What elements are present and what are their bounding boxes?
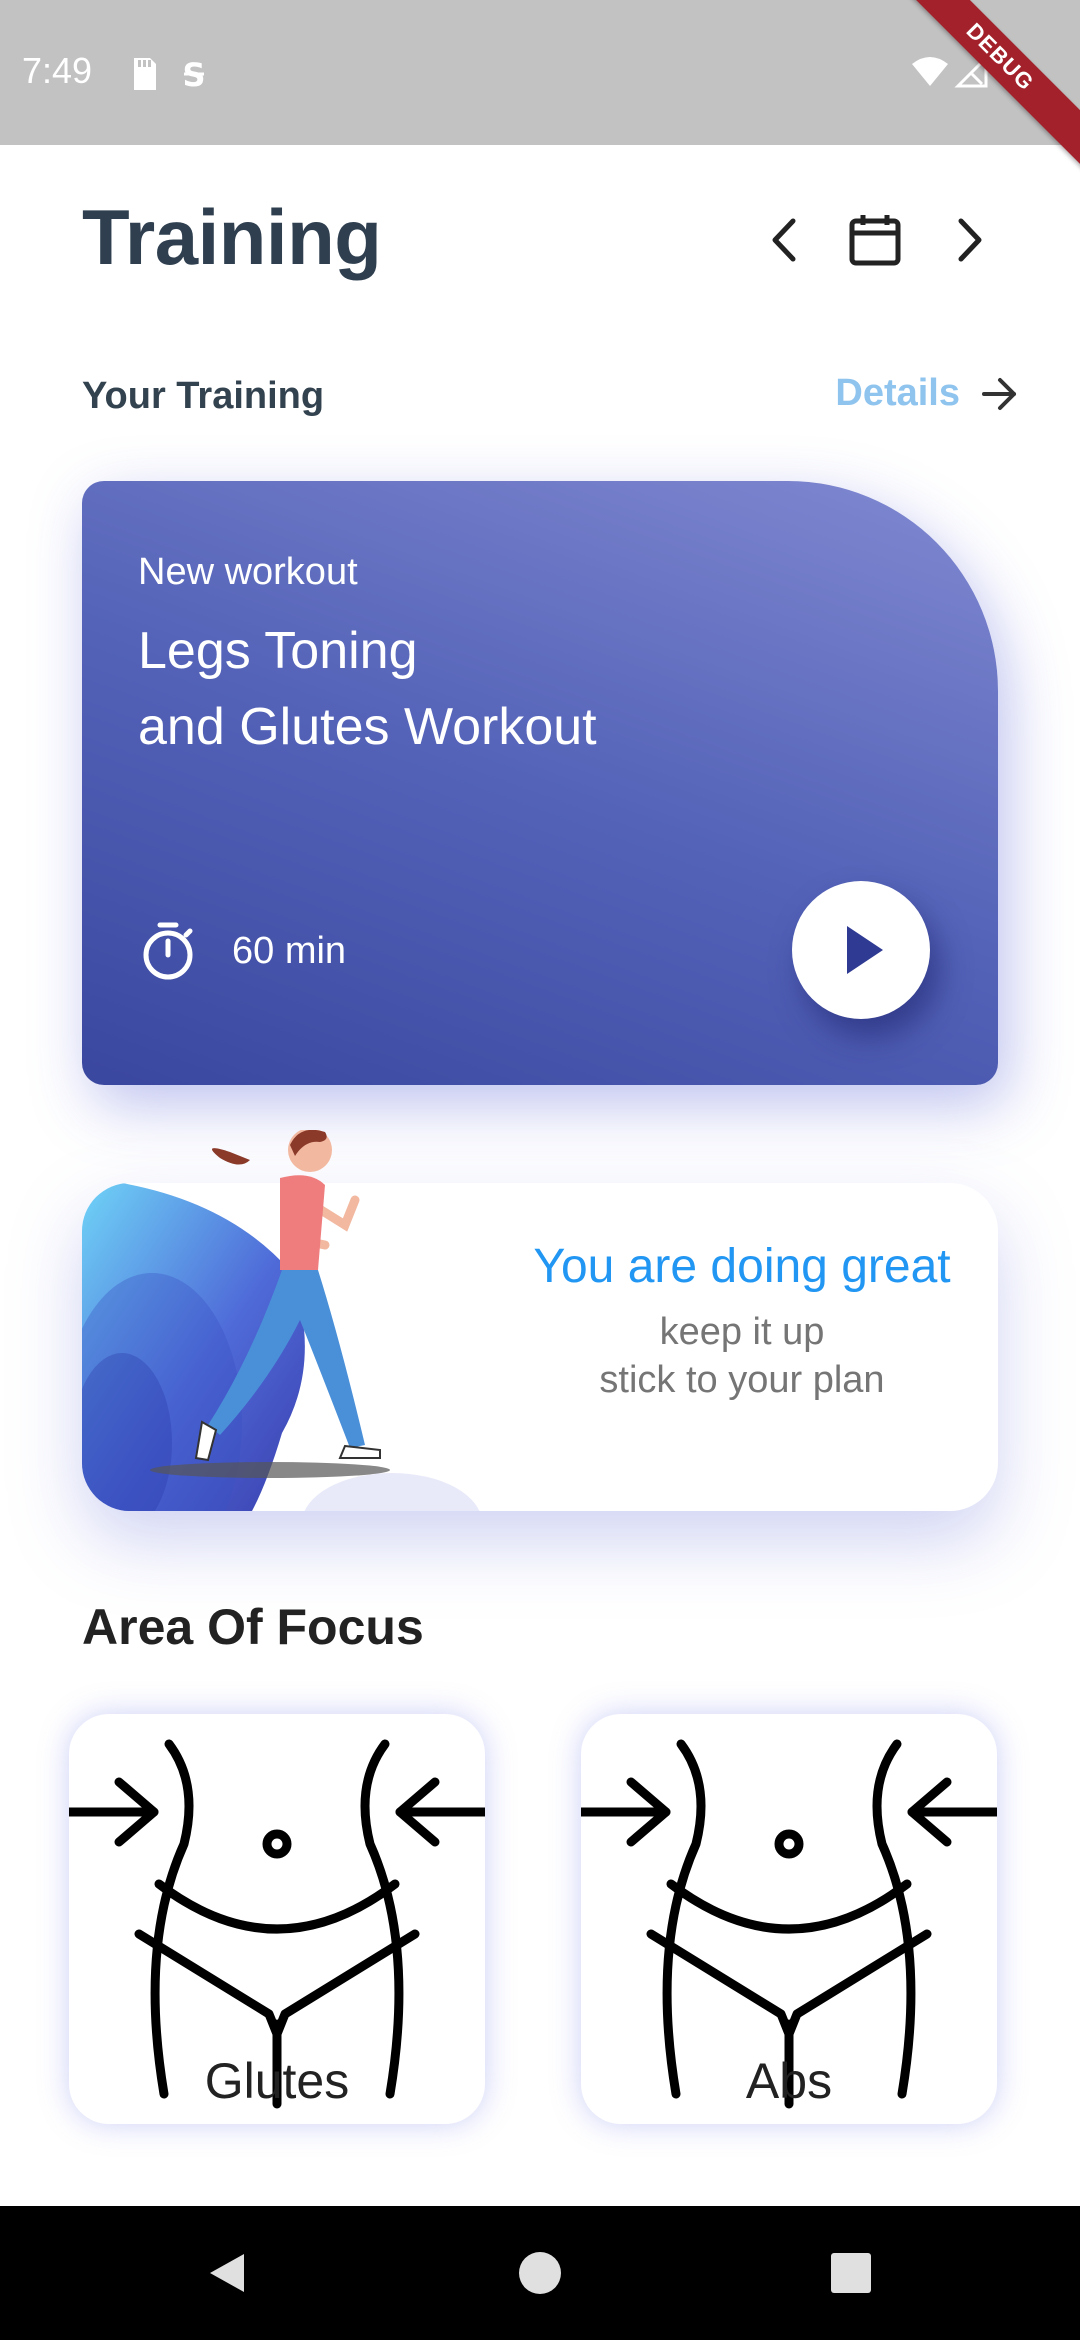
workout-subtitle: New workout xyxy=(138,551,358,593)
recents-square-icon xyxy=(831,2253,871,2293)
motivation-line-1: keep it up xyxy=(659,1311,825,1353)
focus-card-abs[interactable]: Abs xyxy=(581,1714,997,2124)
recents-button[interactable] xyxy=(806,2228,896,2318)
focus-label-abs: Abs xyxy=(745,2053,833,2109)
workout-card[interactable]: New workout Legs Toning and Glutes Worko… xyxy=(82,481,998,1085)
focus-label-glutes: Glutes xyxy=(204,2053,350,2109)
wifi-icon xyxy=(912,57,948,86)
runner-illustration xyxy=(150,1130,390,1478)
home-circle-icon xyxy=(519,2252,561,2294)
chevron-left-icon xyxy=(772,218,796,262)
workout-title: Legs Toning and Glutes Workout xyxy=(138,613,838,765)
status-bar: 7:49 S DEBUG xyxy=(0,0,1080,177)
details-link[interactable]: Details xyxy=(835,372,1020,415)
s-notification-icon: S xyxy=(182,56,205,94)
calendar-icon xyxy=(849,215,901,266)
date-navigation xyxy=(750,205,1000,275)
timer-icon xyxy=(143,922,193,980)
home-button[interactable] xyxy=(495,2228,585,2318)
next-button[interactable] xyxy=(934,205,1004,275)
page-title: Training xyxy=(82,193,382,281)
workout-title-line1: Legs Toning xyxy=(138,622,418,680)
system-navigation-bar xyxy=(0,2206,1080,2340)
workout-title-line2: and Glutes Workout xyxy=(138,698,597,756)
status-left-icons: S xyxy=(130,56,230,97)
previous-button[interactable] xyxy=(750,205,820,275)
status-time: 7:49 xyxy=(22,50,93,91)
motivation-title: You are doing great xyxy=(533,1240,951,1293)
focus-card-glutes[interactable]: Glutes xyxy=(69,1714,485,2124)
duration-text: 60 min xyxy=(232,929,347,972)
back-button[interactable] xyxy=(182,2228,272,2318)
motivation-line-2: stick to your plan xyxy=(599,1359,885,1401)
arrow-right-icon xyxy=(982,377,1016,410)
duration-row: 60 min xyxy=(140,921,346,981)
calendar-button[interactable] xyxy=(840,205,910,275)
sd-card-icon xyxy=(134,58,156,90)
play-icon xyxy=(847,926,883,974)
chevron-right-icon xyxy=(958,218,982,262)
back-triangle-icon xyxy=(210,2254,244,2292)
play-button[interactable] xyxy=(792,881,930,1019)
area-of-focus-heading: Area Of Focus xyxy=(82,1599,424,1655)
details-label: Details xyxy=(835,372,960,414)
your-training-heading: Your Training xyxy=(82,375,325,417)
